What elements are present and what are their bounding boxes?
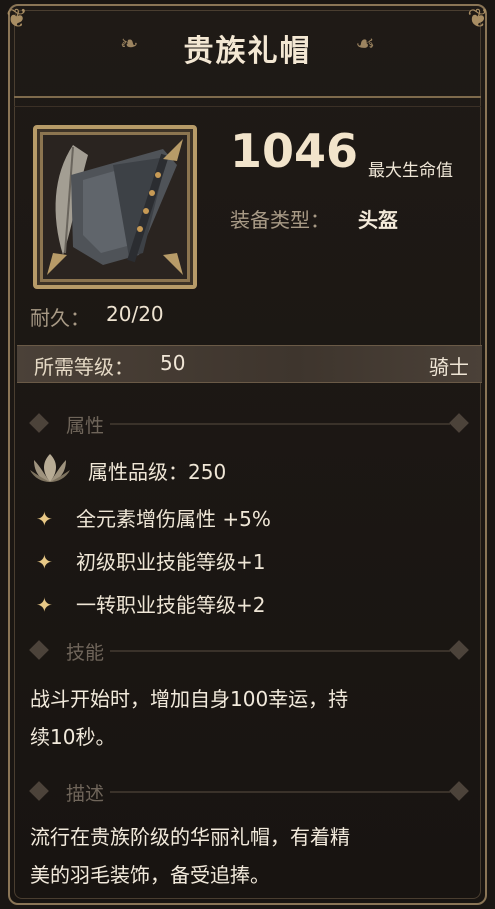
section-attributes-title: 属性 [66, 415, 105, 437]
diamond-divider-icon [449, 413, 469, 433]
equip-type-label: 装备类型： [230, 208, 330, 232]
skill-text: 战斗开始时，增加自身100幸运，持 续10秒。 [30, 680, 470, 756]
lotus-grade-icon [30, 454, 70, 482]
section-attributes: 属性 [29, 410, 470, 437]
diamond-divider-icon [29, 413, 49, 433]
attribute-line: ✦ 全元素增伤属性 +5% [36, 503, 271, 532]
level-label: 所需等级： [34, 355, 134, 379]
section-divider-line [110, 791, 450, 793]
star-bullet-icon: ✦ [36, 507, 53, 531]
attribute-line: ✦ 一转职业技能等级+2 [36, 589, 265, 618]
attribute-text: 一转职业技能等级+2 [76, 593, 266, 617]
section-skill: 技能 [29, 637, 470, 664]
level-class: 骑士 [429, 355, 469, 379]
knight-hat-icon [43, 135, 187, 279]
section-divider-line [110, 650, 450, 652]
diamond-divider-icon [29, 640, 49, 660]
diamond-divider-icon [449, 640, 469, 660]
section-skill-title: 技能 [66, 642, 105, 664]
section-description-title: 描述 [66, 783, 105, 805]
section-divider-line [110, 423, 450, 425]
header-divider [14, 96, 481, 107]
description-text: 流行在贵族阶级的华丽礼帽，有着精 美的羽毛装饰，备受追捧。 [30, 818, 470, 894]
durability-label: 耐久： [30, 306, 90, 330]
attribute-line: ✦ 初级职业技能等级+1 [36, 546, 265, 575]
diamond-divider-icon [449, 781, 469, 801]
star-bullet-icon: ✦ [36, 550, 53, 574]
section-description: 描述 [29, 778, 470, 805]
item-icon-frame [33, 125, 197, 289]
attribute-text: 初级职业技能等级+1 [76, 550, 266, 574]
level-value: 50 [160, 351, 186, 375]
skill-line: 战斗开始时，增加自身100幸运，持 [30, 687, 349, 711]
description-line: 流行在贵族阶级的华丽礼帽，有着精 [30, 825, 350, 849]
diamond-divider-icon [29, 781, 49, 801]
durability-value: 20/20 [106, 302, 164, 326]
item-title: 贵族礼帽 [183, 34, 312, 69]
attribute-grade: 属性品级：250 [88, 460, 227, 484]
attribute-text: 全元素增伤属性 +5% [76, 507, 271, 531]
star-bullet-icon: ✦ [36, 593, 53, 617]
description-line: 美的羽毛装饰，备受追捧。 [30, 863, 270, 887]
skill-line: 续10秒。 [30, 725, 116, 749]
stat-name: 最大生命值 [368, 161, 453, 181]
equip-type-value: 头盔 [358, 208, 398, 232]
stat-value: 1046 [230, 124, 359, 178]
